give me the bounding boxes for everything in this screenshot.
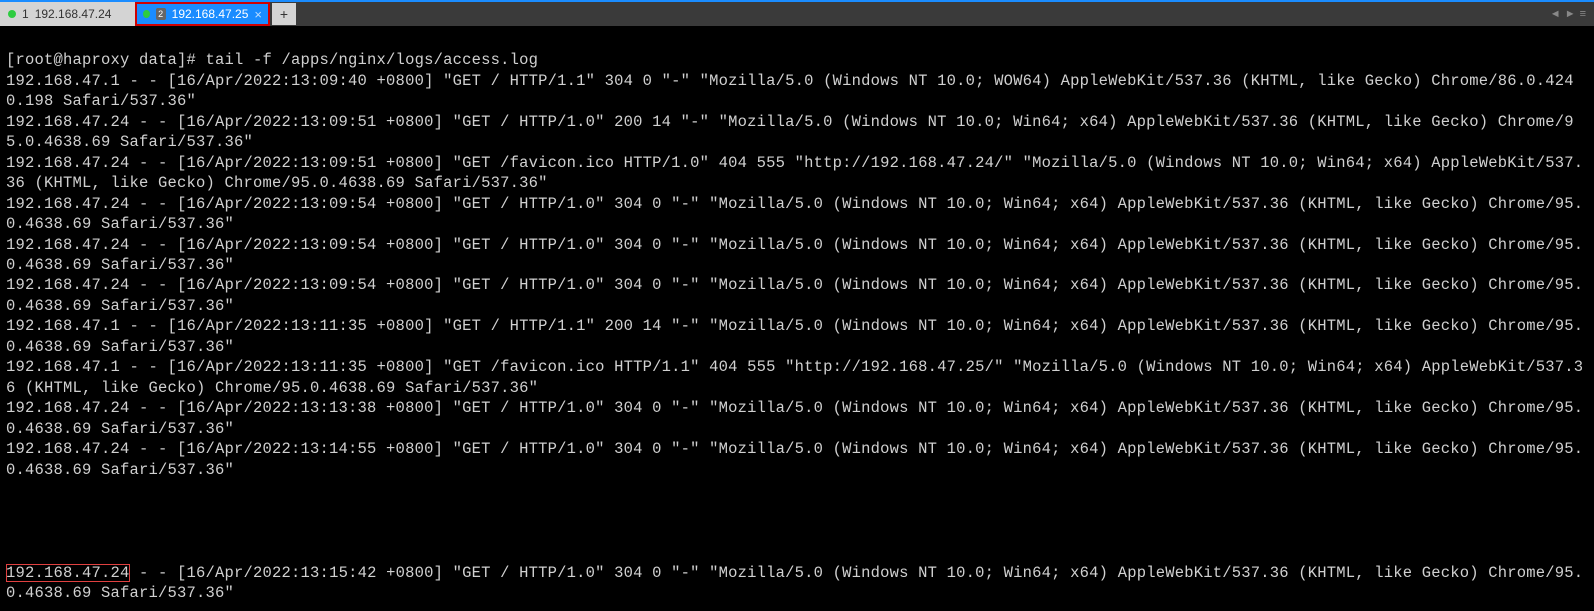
terminal-output[interactable]: [root@haproxy data]# tail -f /apps/nginx… <box>0 26 1594 608</box>
tab-label: 192.168.47.24 <box>35 7 112 21</box>
blank-line <box>6 480 1588 501</box>
tab-label: 192.168.47.25 <box>172 7 249 21</box>
menu-icon[interactable]: ≡ <box>1580 8 1586 20</box>
prompt-line: [root@haproxy data]# tail -f /apps/nginx… <box>6 51 538 69</box>
log-line: 192.168.47.1 - - [16/Apr/2022:13:11:35 +… <box>6 317 1583 355</box>
blank-line <box>6 521 1588 542</box>
close-icon[interactable]: × <box>254 7 262 22</box>
plus-icon: + <box>280 6 288 22</box>
tab-index: 1 <box>22 7 29 21</box>
log-line: 192.168.47.24 - - [16/Apr/2022:13:09:51 … <box>6 113 1574 151</box>
tab-bar: 1 192.168.47.24 2 192.168.47.25 × + ◄ ► … <box>0 0 1594 26</box>
status-dot-icon <box>8 10 16 18</box>
log-line: 192.168.47.1 - - [16/Apr/2022:13:09:40 +… <box>6 72 1574 110</box>
log-line: 192.168.47.24 - - [16/Apr/2022:13:09:54 … <box>6 276 1583 314</box>
chevron-left-icon[interactable]: ◄ <box>1550 8 1561 20</box>
log-line: 192.168.47.24 - - [16/Apr/2022:13:09:54 … <box>6 195 1583 233</box>
log-line: 192.168.47.24 - - [16/Apr/2022:13:09:51 … <box>6 154 1583 192</box>
chevron-right-icon[interactable]: ► <box>1565 8 1576 20</box>
tab-192-168-47-24[interactable]: 1 192.168.47.24 <box>0 2 135 26</box>
log-line: 192.168.47.24 - - [16/Apr/2022:13:14:55 … <box>6 440 1583 478</box>
status-dot-icon <box>143 10 150 18</box>
add-tab-button[interactable]: + <box>272 3 296 25</box>
tab-192-168-47-25[interactable]: 2 192.168.47.25 × <box>135 2 270 26</box>
log-line: 192.168.47.24 - - [16/Apr/2022:13:13:38 … <box>6 399 1583 437</box>
highlighted-ip: 192.168.47.24 <box>6 564 130 582</box>
log-line-highlighted: 192.168.47.24 - - [16/Apr/2022:13:15:42 … <box>6 564 1583 602</box>
log-line-rest: - - [16/Apr/2022:13:15:42 +0800] "GET / … <box>6 564 1583 602</box>
log-line: 192.168.47.1 - - [16/Apr/2022:13:11:35 +… <box>6 358 1583 396</box>
titlebar-nav: ◄ ► ≡ <box>1550 8 1586 20</box>
tab-badge: 2 <box>156 8 166 20</box>
log-line: 192.168.47.24 - - [16/Apr/2022:13:09:54 … <box>6 236 1583 274</box>
